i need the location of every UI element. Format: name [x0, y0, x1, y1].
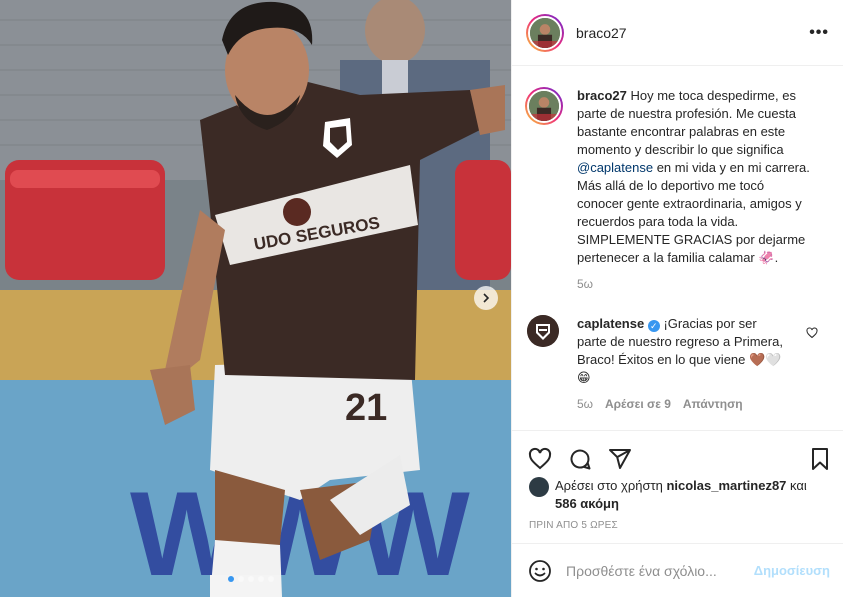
avatar-image [529, 91, 559, 121]
bookmark-icon [812, 448, 828, 470]
paper-plane-icon [609, 449, 631, 469]
comment-meta: 5ω Αρέσει σε 9 Απάντηση [577, 397, 785, 411]
emoji-picker-button[interactable] [528, 559, 552, 583]
liker-avatar[interactable] [529, 477, 549, 497]
comment-input[interactable] [566, 562, 754, 579]
author-avatar[interactable] [526, 13, 564, 52]
likes-prefix: Αρέσει στο χρήστη [555, 478, 667, 493]
comment-reply-button[interactable]: Απάντηση [683, 397, 743, 411]
add-comment-bar: Δημοσίευση [512, 543, 843, 597]
carousel-dot [238, 576, 244, 582]
caption-username[interactable]: braco27 [577, 88, 627, 103]
comment-time[interactable]: 5ω [577, 397, 593, 411]
action-icons-row [512, 431, 843, 477]
comment-button[interactable] [568, 447, 592, 471]
comment-item: caplatense ✓ ¡Gracias por ser parte de n… [512, 291, 843, 411]
post-header: braco27 ••• [512, 0, 843, 66]
shirt-number: 21 [345, 387, 387, 429]
verified-badge-icon: ✓ [647, 320, 660, 332]
likes-middle: και [786, 478, 807, 493]
comments-section: braco27 Hoy me toca despedirme, es parte… [512, 67, 843, 429]
likes-summary: Αρέσει στο χρήστη nicolas_martinez87 και… [512, 477, 843, 513]
post-actions: Αρέσει στο χρήστη nicolas_martinez87 και… [512, 430, 843, 542]
carousel-next-button[interactable] [474, 286, 498, 310]
caption: braco27 Hoy me toca despedirme, es parte… [512, 67, 843, 291]
caption-mention-link[interactable]: @caplatense [577, 160, 653, 175]
comment-username[interactable]: caplatense [577, 316, 644, 331]
chevron-right-icon [483, 293, 490, 303]
post-photo-image: WWW 21 UDO SEGUROS [0, 0, 511, 597]
post-side-panel: braco27 ••• braco27 Hoy me toca despedir… [511, 0, 843, 597]
like-button[interactable] [528, 447, 552, 471]
comment-text: caplatense ✓ ¡Gracias por ser parte de n… [577, 315, 785, 387]
comment-bubble-icon [570, 449, 591, 470]
commenter-avatar[interactable] [527, 315, 559, 347]
smiley-icon [529, 559, 551, 582]
comment-like-heart-icon[interactable] [806, 327, 818, 339]
post-comment-button[interactable]: Δημοσίευση [754, 563, 830, 578]
squid-emoji: 🦑 [758, 250, 775, 265]
save-button[interactable] [808, 447, 832, 471]
post-photo[interactable]: WWW 21 UDO SEGUROS [0, 0, 511, 597]
carousel-dot [268, 576, 274, 582]
likes-count[interactable]: 586 ακόμη [555, 496, 619, 511]
share-button[interactable] [608, 447, 632, 471]
caption-text: braco27 Hoy me toca despedirme, es parte… [577, 87, 812, 267]
club-crest-icon [527, 315, 559, 347]
caption-meta: 5ω [577, 277, 812, 291]
carousel-dot [228, 576, 234, 582]
carousel-dot [258, 576, 264, 582]
comment-likes[interactable]: Αρέσει σε 9 [605, 397, 671, 411]
more-options-icon[interactable]: ••• [809, 24, 829, 42]
caption-end: . [774, 250, 779, 265]
caption-time[interactable]: 5ω [577, 277, 593, 291]
caption-author-avatar[interactable] [525, 87, 563, 125]
post-timestamp[interactable]: ΠΡΙΝ ΑΠΟ 5 ΩΡΕΣ [512, 513, 843, 531]
avatar-image [530, 17, 560, 48]
carousel-dot [248, 576, 254, 582]
carousel-dots [228, 576, 274, 582]
heart-icon [528, 447, 552, 470]
liker-username[interactable]: nicolas_martinez87 [666, 478, 786, 493]
author-username[interactable]: braco27 [576, 25, 809, 41]
